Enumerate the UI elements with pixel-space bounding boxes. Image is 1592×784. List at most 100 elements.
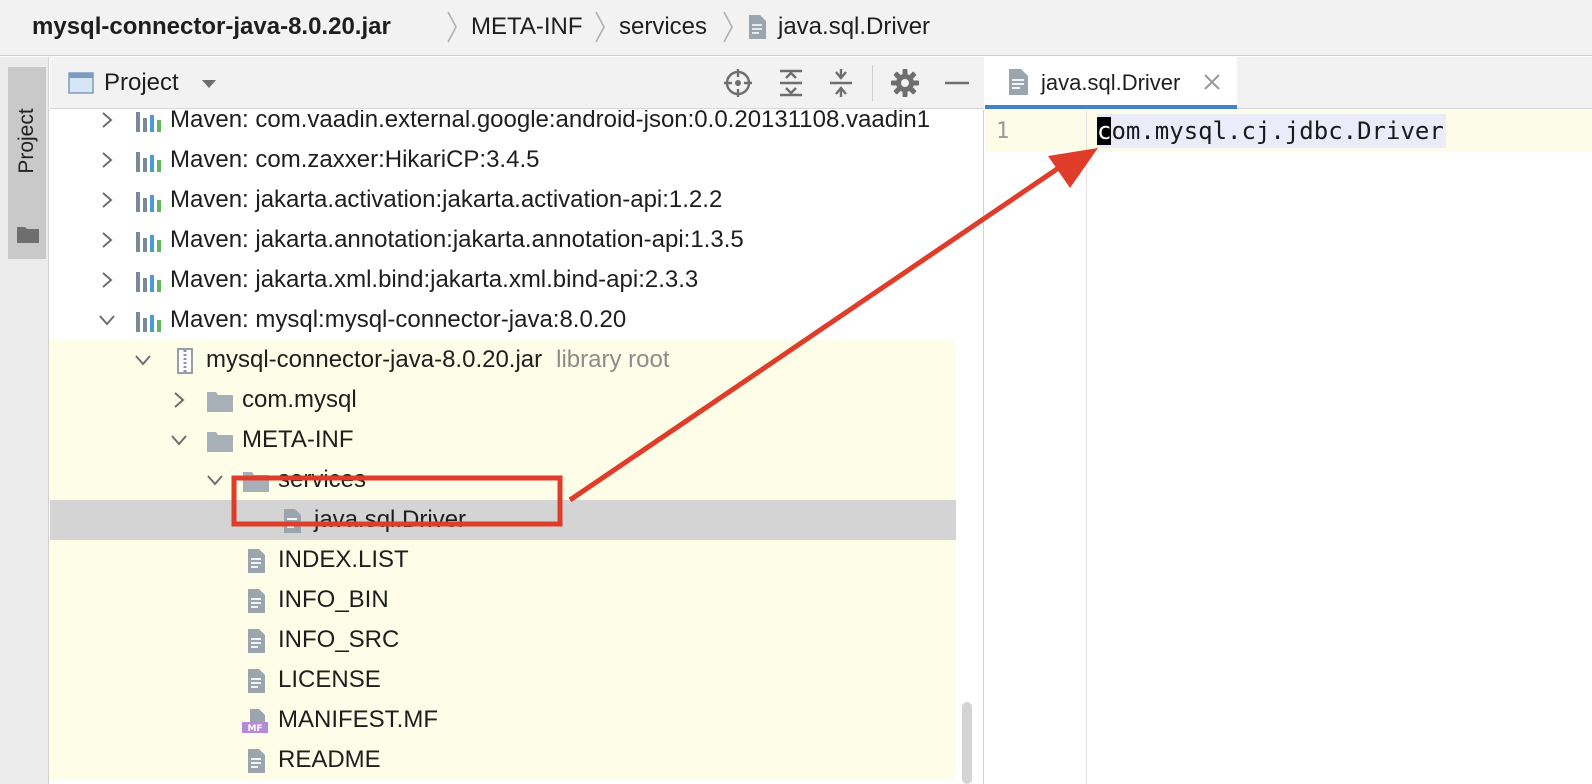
tree-row[interactable]: MF MANIFEST.MF	[50, 700, 956, 740]
text-file-icon	[278, 508, 306, 534]
tree-row-label: services	[278, 466, 367, 493]
chevron-down-icon[interactable]	[98, 311, 116, 329]
project-view-icon	[68, 71, 94, 95]
code-text: om.mysql.cj.jdbc.Driver	[1111, 117, 1444, 145]
tree-row[interactable]: Maven: jakarta.activation:jakarta.activa…	[50, 180, 956, 220]
tree-row[interactable]: INDEX.LIST	[50, 540, 956, 580]
collapse-all-icon[interactable]	[825, 67, 857, 99]
folder-icon	[242, 468, 270, 494]
tree-row[interactable]: com.mysql	[50, 380, 956, 420]
tool-window-stripe: Project	[0, 57, 49, 784]
header-divider	[872, 65, 873, 101]
scroll-thumb[interactable]	[962, 702, 972, 784]
tree-row[interactable]: Maven: jakarta.xml.bind:jakarta.xml.bind…	[50, 260, 956, 300]
chevron-right-icon[interactable]	[170, 391, 188, 409]
maven-library-icon	[134, 268, 162, 294]
tree-row[interactable]: Maven: net.bytebuddy:byte-buddy:1.10.19	[50, 780, 956, 784]
editor-tab-java-sql-driver[interactable]: java.sql.Driver	[985, 57, 1237, 109]
tree-row[interactable]: Maven: jakarta.annotation:jakarta.annota…	[50, 220, 956, 260]
project-tool-window-button[interactable]: Project	[8, 67, 46, 259]
text-file-icon	[746, 14, 768, 40]
jar-archive-icon	[170, 348, 198, 374]
folder-icon	[206, 388, 234, 414]
tree-row-label: MANIFEST.MF	[278, 706, 438, 733]
tree-row-label: META-INF	[242, 426, 354, 453]
chevron-right-icon[interactable]	[98, 111, 116, 129]
tree-row-label: com.mysql	[242, 386, 357, 413]
tree-row-label: Maven: com.zaxxer:HikariCP:3.4.5	[170, 146, 540, 173]
code-editor[interactable]: com.mysql.cj.jdbc.Driver	[1087, 110, 1592, 784]
tree-row-label: README	[278, 746, 381, 773]
maven-library-icon	[134, 308, 162, 334]
library-root-hint: library root	[556, 346, 670, 373]
text-file-icon	[242, 628, 270, 654]
breadcrumb-file[interactable]: java.sql.Driver	[778, 12, 930, 42]
current-line-gutter: 1	[985, 110, 1086, 152]
chevron-down-icon[interactable]	[170, 431, 188, 449]
chevron-right-icon[interactable]	[98, 191, 116, 209]
breadcrumb-jar[interactable]: mysql-connector-java-8.0.20.jar	[32, 12, 391, 42]
tree-row[interactable]: INFO_SRC	[50, 620, 956, 660]
line-number: 1	[996, 119, 1010, 144]
text-file-icon	[242, 748, 270, 774]
project-view-selector[interactable]: Project	[104, 68, 179, 98]
tree-row[interactable]: Maven: com.vaadin.external.google:androi…	[50, 110, 956, 140]
tree-row[interactable]: LICENSE	[50, 660, 956, 700]
tree-row[interactable]: Maven: com.zaxxer:HikariCP:3.4.5	[50, 140, 956, 180]
locate-icon[interactable]	[722, 67, 754, 99]
manifest-file-icon: MF	[242, 708, 270, 734]
tree-row[interactable]: Maven: mysql:mysql-connector-java:8.0.20	[50, 300, 956, 340]
chevron-right-icon	[594, 10, 606, 44]
maven-library-icon	[134, 110, 162, 134]
text-file-icon	[242, 548, 270, 574]
tree-row[interactable]: services	[50, 460, 956, 500]
editor-tab-bar: java.sql.Driver	[985, 57, 1592, 109]
maven-library-icon	[134, 148, 162, 174]
folder-icon	[206, 428, 234, 454]
stripe-label: Project	[15, 108, 38, 174]
chevron-down-icon[interactable]	[134, 351, 152, 369]
chevron-right-icon[interactable]	[98, 271, 116, 289]
tree-row-text: mysql-connector-java-8.0.20.jar library r…	[206, 345, 670, 375]
chevron-down-icon[interactable]	[206, 471, 224, 489]
tree-row-label: Maven: mysql:mysql-connector-java:8.0.20	[170, 306, 627, 333]
tree-row-label: mysql-connector-java-8.0.20.jar	[206, 346, 543, 373]
chevron-right-icon[interactable]	[98, 231, 116, 249]
svg-text:MF: MF	[247, 724, 262, 734]
folder-icon	[17, 225, 39, 243]
project-panel-header: Project	[50, 57, 984, 109]
tree-row[interactable]: INFO_BIN	[50, 580, 956, 620]
tree-row[interactable]: README	[50, 740, 956, 780]
breadcrumb-services[interactable]: services	[619, 12, 707, 42]
code-line[interactable]: com.mysql.cj.jdbc.Driver	[1097, 114, 1446, 148]
tree-row-label: Maven: jakarta.xml.bind:jakarta.xml.bind…	[170, 266, 699, 293]
maven-library-icon	[134, 188, 162, 214]
gear-icon[interactable]	[889, 67, 921, 99]
tree-scrollbar[interactable]	[956, 110, 984, 784]
text-file-icon	[242, 668, 270, 694]
tree-row-label: java.sql.Driver	[314, 506, 467, 533]
close-icon[interactable]	[1201, 71, 1223, 93]
tree-row-label: Maven: com.vaadin.external.google:androi…	[170, 110, 931, 133]
expand-all-icon[interactable]	[775, 67, 807, 99]
editor-gutter: 1	[985, 110, 1087, 784]
tree-row-label: Maven: jakarta.annotation:jakarta.annota…	[170, 226, 744, 253]
tree-row-selected[interactable]: java.sql.Driver	[50, 500, 956, 540]
chevron-down-icon[interactable]	[200, 77, 218, 89]
tree-row-label: INDEX.LIST	[278, 546, 409, 573]
caret: c	[1097, 117, 1112, 145]
chevron-right-icon	[446, 10, 458, 44]
tree-row[interactable]: META-INF	[50, 420, 956, 460]
maven-library-icon	[134, 228, 162, 254]
hide-icon[interactable]	[941, 67, 973, 99]
breadcrumb-meta-inf[interactable]: META-INF	[471, 12, 583, 42]
tree-row-label: INFO_BIN	[278, 586, 389, 613]
chevron-right-icon	[722, 10, 734, 44]
chevron-right-icon[interactable]	[98, 151, 116, 169]
text-file-icon	[242, 588, 270, 614]
tree-row[interactable]: mysql-connector-java-8.0.20.jar library r…	[50, 340, 956, 380]
project-tree: Maven: com.vaadin.external.google:androi…	[50, 110, 956, 784]
breadcrumb: mysql-connector-java-8.0.20.jar META-INF…	[0, 0, 1592, 56]
text-file-icon	[1005, 68, 1031, 96]
tree-row-label: Maven: jakarta.activation:jakarta.activa…	[170, 186, 723, 213]
